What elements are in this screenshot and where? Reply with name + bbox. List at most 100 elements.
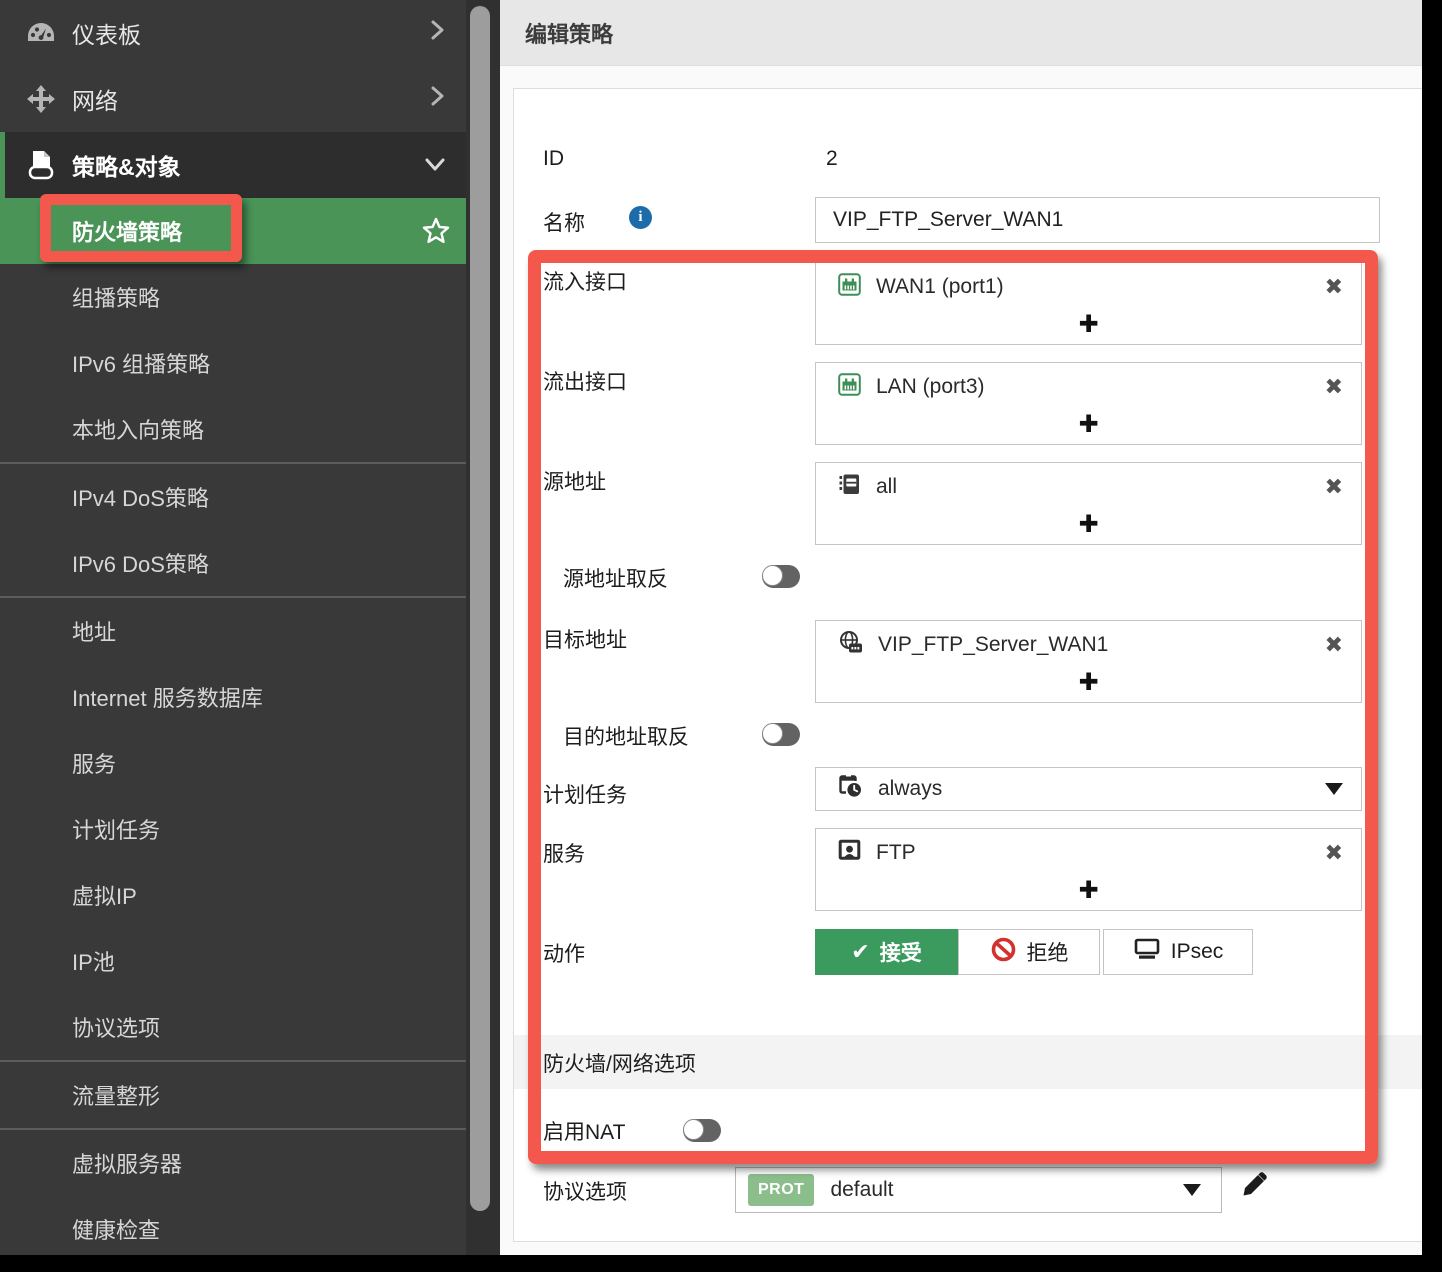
sidebar-item-protocol-options[interactable]: 协议选项 [0,994,466,1060]
source-address-box: all ✖ ✚ [815,462,1362,545]
sidebar-item-ipv4-dos-policy[interactable]: IPv4 DoS策略 [0,464,466,530]
monitor-icon [1133,937,1161,967]
star-icon[interactable] [420,216,452,252]
sidebar-item-label: 虚拟服务器 [72,1152,183,1177]
policy-icon [24,149,58,181]
address-name: all [876,474,898,498]
sidebar-item-ipv6-dos-policy[interactable]: IPv6 DoS策略 [0,530,466,596]
sidebar-item-addresses[interactable]: 地址 [0,598,466,664]
sidebar-item-health-check[interactable]: 健康检查 [0,1196,466,1255]
name-label: 名称 [543,212,585,235]
sidebar-item-label: 地址 [72,620,117,645]
vip-entry[interactable]: VIP_FTP_Server_WAN1 ✖ [816,621,1361,668]
schedule-calendar-clock-icon [838,774,863,804]
sidebar-item-local-in-policy[interactable]: 本地入向策略 [0,396,466,462]
enable-nat-toggle[interactable] [683,1119,721,1142]
sidebar-item-label: IPv6 DoS策略 [72,552,209,577]
check-icon: ✔ [851,939,870,964]
action-deny-button[interactable]: 拒绝 [958,929,1100,975]
fortigate-app: 仪表板 网络 策略&对象 防火墙策略 组播策略 IPv6 组播策略 本地入向策略… [0,0,1422,1255]
negate-destination-toggle[interactable] [762,723,800,746]
interface-entry[interactable]: LAN (port3) ✖ [816,363,1361,410]
remove-entry-icon[interactable]: ✖ [1325,375,1343,398]
sidebar-item-network[interactable]: 网络 [0,66,466,132]
add-entry-button[interactable]: ✚ [816,410,1361,444]
schedule-select[interactable]: always [815,767,1362,811]
sidebar-item-internet-service-db[interactable]: Internet 服务数据库 [0,664,466,730]
sidebar-item-label: 流量整形 [72,1084,161,1109]
sidebar-item-ip-pools[interactable]: IP池 [0,928,466,994]
sidebar-item-policy-objects[interactable]: 策略&对象 [0,132,466,198]
add-entry-button[interactable]: ✚ [816,876,1361,910]
remove-entry-icon[interactable]: ✖ [1325,475,1343,498]
vip-name: VIP_FTP_Server_WAN1 [878,632,1109,656]
ipsec-label: IPsec [1170,940,1224,963]
accept-label: 接受 [879,942,922,965]
service-name: FTP [876,840,916,864]
sidebar-item-label: 策略&对象 [72,154,181,180]
sidebar-item-ipv6-multicast-policy[interactable]: IPv6 组播策略 [0,330,466,396]
chevron-right-icon [430,85,446,113]
sidebar-menu: 仪表板 网络 策略&对象 防火墙策略 组播策略 IPv6 组播策略 本地入向策略… [0,0,466,1255]
add-entry-button[interactable]: ✚ [816,310,1361,344]
toggle-knob [683,1119,704,1140]
sidebar: 仪表板 网络 策略&对象 防火墙策略 组播策略 IPv6 组播策略 本地入向策略… [0,0,500,1255]
dashboard-icon [24,19,58,47]
sidebar-item-firewall-policy[interactable]: 防火墙策略 [0,198,466,264]
section-title: 防火墙/网络选项 [543,1053,696,1076]
deny-label: 拒绝 [1026,942,1069,965]
outgoing-interface-box: LAN (port3) ✖ ✚ [815,362,1362,445]
service-box: FTP ✖ ✚ [815,828,1362,911]
add-entry-button[interactable]: ✚ [816,668,1361,702]
address-entry[interactable]: all ✖ [816,463,1361,510]
interface-name: WAN1 (port1) [876,274,1004,298]
sidebar-scrollbar[interactable] [470,6,490,1211]
sidebar-item-services[interactable]: 服务 [0,730,466,796]
negate-source-toggle[interactable] [762,565,800,588]
service-label: 服务 [543,843,585,866]
name-input[interactable] [815,197,1380,243]
sidebar-item-virtual-servers[interactable]: 虚拟服务器 [0,1130,466,1196]
active-section-stripe [0,132,5,198]
incoming-interface-label: 流入接口 [543,271,627,294]
sidebar-item-virtual-ips[interactable]: 虚拟IP [0,862,466,928]
schedule-value: always [878,777,943,800]
prot-badge: PROT [748,1174,815,1206]
source-address-label: 源地址 [543,471,606,494]
active-section-stripe [0,198,5,264]
id-value: 2 [826,147,838,170]
sidebar-item-label: IP池 [72,950,115,975]
ethernet-port-icon [838,272,861,301]
negate-destination-label: 目的地址取反 [563,726,689,749]
protocol-options-label: 协议选项 [543,1181,627,1204]
edit-pencil-icon[interactable] [1238,1170,1270,1209]
service-entry[interactable]: FTP ✖ [816,829,1361,876]
remove-entry-icon[interactable]: ✖ [1325,841,1343,864]
deny-prohibition-icon [990,936,1017,969]
toggle-knob [762,565,783,586]
action-accept-button[interactable]: ✔ 接受 [815,929,958,975]
protocol-options-select[interactable]: PROT default [735,1167,1222,1213]
sidebar-item-label: Internet 服务数据库 [72,686,263,711]
destination-address-box: VIP_FTP_Server_WAN1 ✖ ✚ [815,620,1362,703]
sidebar-item-schedules[interactable]: 计划任务 [0,796,466,862]
interface-entry[interactable]: WAN1 (port1) ✖ [816,263,1361,310]
action-ipsec-button[interactable]: IPsec [1103,929,1253,975]
remove-entry-icon[interactable]: ✖ [1325,633,1343,656]
remove-entry-icon[interactable]: ✖ [1325,275,1343,298]
sidebar-item-label: 本地入向策略 [72,418,205,443]
sidebar-item-traffic-shaping[interactable]: 流量整形 [0,1062,466,1128]
sidebar-item-label: 协议选项 [72,1016,161,1041]
schedule-label: 计划任务 [543,784,627,807]
dropdown-caret-icon [1183,1184,1201,1196]
dropdown-caret-icon [1325,783,1343,795]
vip-globe-icon [838,630,863,660]
interface-name: LAN (port3) [876,374,985,398]
sidebar-item-multicast-policy[interactable]: 组播策略 [0,264,466,330]
sidebar-item-label: 仪表板 [72,22,141,48]
sidebar-item-dashboard[interactable]: 仪表板 [0,0,466,66]
outgoing-interface-label: 流出接口 [543,371,627,394]
sidebar-item-label: 网络 [72,88,118,114]
sidebar-item-label: IPv6 组播策略 [72,352,211,377]
add-entry-button[interactable]: ✚ [816,510,1361,544]
